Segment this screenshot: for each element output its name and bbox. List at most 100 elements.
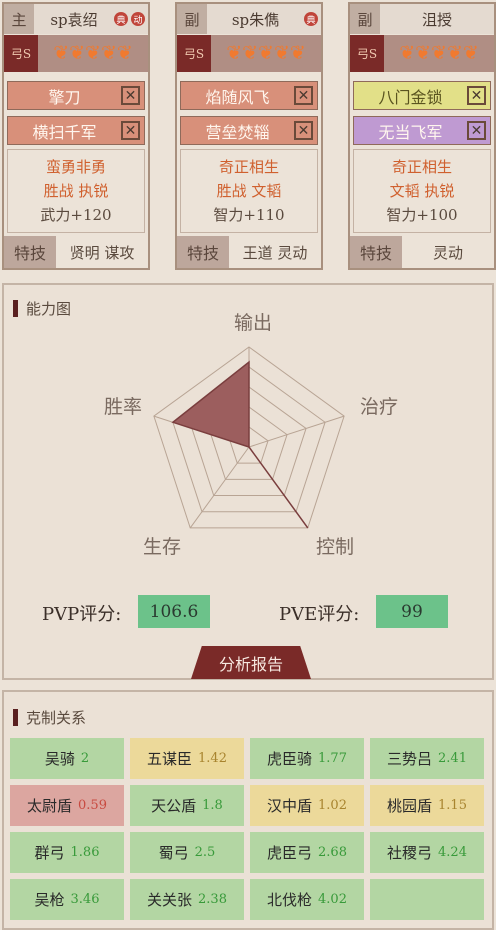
info-line: 奇正相生 (391, 158, 452, 176)
counter-title-text: 克制关系 (26, 709, 87, 727)
remove-skill-button[interactable]: ✕ (121, 86, 140, 105)
hero-card[interactable]: 副 sp朱儁 典 弓S ❦ ❦ ❦ ❦ ❦ 焰随风飞 ✕ 营垒焚辎 ✕ 奇正相生 胜战 … (175, 2, 323, 270)
skill-name: 擎刀 (48, 87, 81, 107)
skill-name: 无当飞军 (378, 122, 443, 142)
counter-cell[interactable]: 三势吕 2.41 (370, 738, 484, 779)
troop-type[interactable]: 弓S (350, 35, 384, 72)
counter-value: 2.38 (198, 892, 227, 907)
counter-cell[interactable]: 蜀弓 2.5 (130, 832, 244, 873)
remove-skill-button[interactable]: ✕ (121, 121, 140, 140)
counter-cell[interactable]: 社稷弓 4.24 (370, 832, 484, 873)
counter-cell[interactable]: 天公盾 1.8 (130, 785, 244, 826)
skill-slot[interactable]: 八门金锁 ✕ (353, 81, 491, 110)
info-line: 文韬 执锐 (389, 182, 455, 200)
flame-star-icon: ❦ (273, 42, 290, 64)
counter-name: 北伐枪 (267, 891, 313, 909)
counter-value: 1.77 (318, 751, 347, 766)
counter-cell[interactable]: 群弓 1.86 (10, 832, 124, 873)
card-header: 副 沮授 (350, 4, 494, 34)
troop-row: 弓S ❦ ❦ ❦ ❦ ❦ (350, 35, 494, 72)
counter-value: 2.68 (318, 845, 347, 860)
radar-label-survive: 生存 (143, 536, 182, 558)
pve-label: PVE评分: (279, 604, 360, 625)
remove-skill-button[interactable]: ✕ (467, 86, 486, 105)
badge-icon: 典 (114, 12, 128, 26)
specialty-tab[interactable]: 特技 (4, 236, 56, 268)
counter-cell[interactable] (370, 879, 484, 920)
specialty-tab[interactable]: 特技 (350, 236, 402, 268)
troop-type[interactable]: 弓S (177, 35, 211, 72)
troop-row: 弓S ❦ ❦ ❦ ❦ ❦ (4, 35, 148, 72)
counter-name: 吴枪 (34, 891, 65, 909)
counter-name: 虎臣骑 (267, 750, 313, 768)
flame-star-icon: ❦ (242, 42, 259, 64)
counter-value: 4.02 (318, 892, 347, 907)
troop-type[interactable]: 弓S (4, 35, 38, 72)
remove-skill-button[interactable]: ✕ (294, 86, 313, 105)
counter-value: 3.46 (70, 892, 100, 907)
flame-star-icon: ❦ (69, 42, 86, 64)
counter-name: 太尉盾 (27, 797, 73, 815)
hero-name[interactable]: sp朱儁 (207, 9, 304, 30)
counter-cell[interactable]: 太尉盾 0.59 (10, 785, 124, 826)
counter-cell[interactable]: 吴骑 2 (10, 738, 124, 779)
counter-cell[interactable]: 虎臣弓 2.68 (250, 832, 364, 873)
counter-value: 0.59 (78, 798, 107, 813)
hero-name[interactable]: 沮授 (380, 9, 494, 30)
hero-name[interactable]: sp袁绍 (34, 9, 114, 30)
counter-name: 五谋臣 (147, 750, 193, 768)
counter-cell[interactable]: 北伐枪 4.02 (250, 879, 364, 920)
flame-star-icon: ❦ (53, 42, 70, 64)
counter-value: 2.41 (438, 751, 467, 766)
skill-slot[interactable]: 营垒焚辎 ✕ (180, 116, 318, 145)
skill-name: 营垒焚辎 (205, 122, 270, 142)
hero-info: 蛮勇非勇 胜战 执锐 武力+120 (7, 149, 145, 233)
counter-value: 4.24 (438, 845, 467, 860)
flame-star-icon: ❦ (399, 42, 416, 64)
info-line: 蛮勇非勇 (45, 158, 106, 176)
analysis-report-button[interactable]: 分析报告 (191, 646, 311, 679)
hero-card[interactable]: 主 sp袁绍 典动 弓S ❦ ❦ ❦ ❦ ❦ 擎刀 ✕ 横扫千军 ✕ 蛮勇非勇 胜战 执… (2, 2, 150, 270)
hero-info: 奇正相生 文韬 执锐 智力+100 (353, 149, 491, 233)
counter-cell[interactable]: 关关张 2.38 (130, 879, 244, 920)
flame-star-icon: ❦ (415, 42, 432, 64)
stat-bonus: 智力+110 (213, 206, 285, 224)
skill-slot[interactable]: 无当飞军 ✕ (353, 116, 491, 145)
remove-skill-button[interactable]: ✕ (467, 121, 486, 140)
specialty-tab[interactable]: 特技 (177, 236, 229, 268)
hero-card[interactable]: 副 沮授 弓S ❦ ❦ ❦ ❦ ❦ 八门金锁 ✕ 无当飞军 ✕ 奇正相生 文韬 执锐 智… (348, 2, 496, 270)
flame-star-icon: ❦ (100, 42, 117, 64)
radar-label-winrate: 胜率 (104, 396, 143, 418)
skill-slot[interactable]: 焰随风飞 ✕ (180, 81, 318, 110)
counter-name: 虎臣弓 (267, 844, 313, 862)
counter-value: 2.5 (194, 845, 216, 860)
skill-name: 横扫千军 (32, 122, 97, 142)
title-marker (13, 709, 18, 726)
counter-cell[interactable]: 虎臣骑 1.77 (250, 738, 364, 779)
role-tag: 副 (177, 4, 207, 34)
radar-label-heal: 治疗 (360, 396, 399, 418)
radar-label-control: 控制 (316, 536, 355, 558)
card-footer: 特技 王道 灵动 (177, 236, 321, 268)
counter-cell[interactable]: 桃园盾 1.15 (370, 785, 484, 826)
counter-cell[interactable]: 五谋臣 1.42 (130, 738, 244, 779)
flame-star-icon: ❦ (446, 42, 463, 64)
flame-star-icon: ❦ (289, 42, 306, 64)
counter-value: 1.86 (70, 845, 100, 860)
counter-name: 关关张 (147, 891, 193, 909)
counter-name: 天公盾 (151, 797, 197, 815)
radar-label-output: 输出 (234, 312, 273, 334)
counter-value: 1.42 (198, 751, 227, 766)
counter-cell[interactable]: 吴枪 3.46 (10, 879, 124, 920)
counter-cell[interactable]: 汉中盾 1.02 (250, 785, 364, 826)
info-line: 胜战 执锐 (43, 182, 109, 200)
counter-name: 群弓 (34, 844, 65, 862)
counter-name: 蜀弓 (158, 844, 189, 862)
skill-slot[interactable]: 横扫千军 ✕ (7, 116, 145, 145)
ability-title: 能力图 (13, 298, 71, 319)
skill-slot[interactable]: 擎刀 ✕ (7, 81, 145, 110)
remove-skill-button[interactable]: ✕ (294, 121, 313, 140)
counter-value: 1.15 (438, 798, 467, 813)
counter-name: 社稷弓 (387, 844, 433, 862)
info-line: 胜战 文韬 (216, 182, 282, 200)
